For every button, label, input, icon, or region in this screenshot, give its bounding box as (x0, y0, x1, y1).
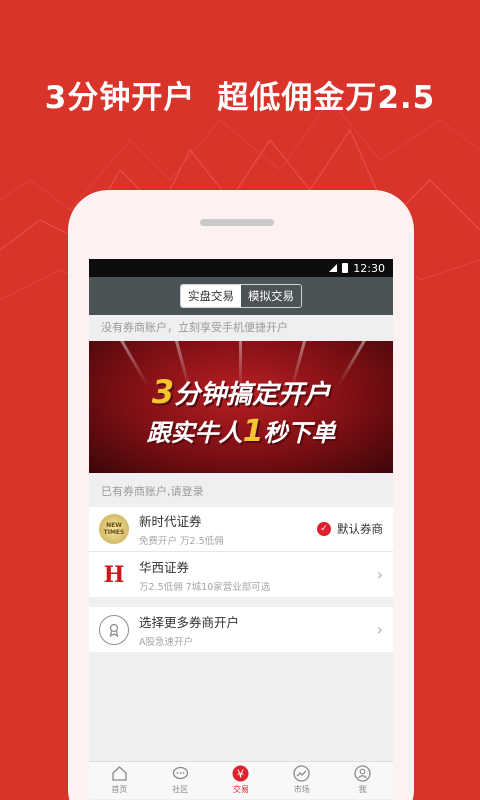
tab-label: 市场 (293, 785, 310, 794)
bottom-tab-bar: 首页 社区 ¥ 交易 市场 我 (89, 761, 393, 799)
default-broker-label: 默认券商 (337, 522, 383, 536)
tab-sim-trade[interactable]: 模拟交易 (241, 285, 301, 307)
list-gap (89, 597, 393, 607)
banner-line-2-suffix: 秒下单 (263, 419, 336, 447)
banner-line-2-prefix: 跟实牛人 (146, 419, 243, 447)
tab-label: 我 (358, 785, 367, 794)
broker-name: 华西证券 (139, 559, 190, 575)
tab-real-trade[interactable]: 实盘交易 (181, 285, 241, 307)
tab-home[interactable]: 首页 (89, 762, 150, 799)
more-brokers-name: 选择更多券商开户 (139, 614, 240, 630)
phone-frame: 12:30 实盘交易 模拟交易 没有券商账户，立刻享受手机便捷开户 3分钟搞定开… (68, 190, 414, 800)
huaxi-logo-text: H (103, 561, 125, 588)
promo-headline-open: 3分钟开户 (44, 80, 196, 116)
broker-list: NEW TIMES 新时代证券 免费开户 万2.5低佣 ✓ 默认券商 H 华西证… (89, 507, 393, 597)
tab-community[interactable]: 社区 (150, 762, 211, 799)
battery-icon (342, 263, 349, 273)
open-account-banner[interactable]: 3分钟搞定开户 跟实牛人1秒下单 (89, 341, 393, 473)
huaxi-logo: H (99, 560, 129, 590)
phone-speaker (200, 219, 274, 226)
tab-label: 首页 (111, 785, 128, 794)
broker-subtitle: 免费开户 万2.5低佣 (139, 536, 224, 547)
banner-highlight-3: 3 (151, 373, 175, 411)
tab-trade[interactable]: ¥ 交易 (211, 762, 272, 799)
no-account-hint: 没有券商账户，立刻享受手机便捷开户 (101, 321, 288, 334)
promo-headline-fee: 超低佣金万2.5 (217, 80, 436, 116)
user-icon (354, 765, 371, 782)
newtimes-logo: NEW TIMES (99, 514, 129, 544)
ribbon-badge-icon (99, 614, 129, 645)
check-icon: ✓ (317, 522, 331, 536)
svg-text:¥: ¥ (237, 768, 244, 781)
yen-icon: ¥ (232, 765, 249, 782)
tab-me[interactable]: 我 (332, 762, 393, 799)
broker-subtitle: 万2.5低佣 7城10家营业部可选 (139, 581, 271, 593)
signal-icon (329, 264, 338, 272)
chat-icon (172, 765, 189, 782)
broker-info: 新时代证券 免费开户 万2.5低佣 (139, 511, 317, 547)
banner-line-2: 跟实牛人1秒下单 (89, 413, 393, 449)
chevron-right-icon: › (376, 565, 383, 584)
tab-market[interactable]: 市场 (271, 762, 332, 799)
broker-row-huaxi[interactable]: H 华西证券 万2.5低佣 7城10家营业部可选 › (89, 552, 393, 597)
broker-row-newtimes[interactable]: NEW TIMES 新时代证券 免费开户 万2.5低佣 ✓ 默认券商 (89, 507, 393, 552)
tab-label: 交易 (232, 785, 249, 794)
promo-headline: 3分钟开户 超低佣金万2.5 (0, 72, 480, 117)
status-bar: 12:30 (89, 259, 393, 277)
banner-highlight-1: 1 (242, 414, 264, 449)
trend-icon (293, 765, 310, 782)
tab-label: 社区 (172, 785, 189, 794)
status-time: 12:30 (353, 261, 385, 275)
banner-line-1: 3分钟搞定开户 (89, 373, 393, 411)
broker-info: 华西证券 万2.5低佣 7城10家营业部可选 (139, 557, 377, 593)
more-info: 选择更多券商开户 A股急速开户 (139, 612, 377, 648)
top-bar: 实盘交易 模拟交易 (89, 277, 393, 315)
more-brokers-row[interactable]: 选择更多券商开户 A股急速开户 › (89, 607, 393, 652)
trade-mode-segment: 实盘交易 模拟交易 (180, 284, 302, 308)
phone-screen: 12:30 实盘交易 模拟交易 没有券商账户，立刻享受手机便捷开户 3分钟搞定开… (89, 259, 393, 800)
default-broker-badge: ✓ 默认券商 (317, 521, 383, 537)
broker-name: 新时代证券 (139, 514, 202, 529)
newtimes-logo-text: NEW TIMES (103, 522, 125, 536)
banner-line-1-text: 分钟搞定开户 (174, 380, 331, 410)
login-section-label: 已有券商账户,请登录 (101, 485, 204, 498)
chevron-right-icon: › (376, 620, 383, 639)
home-icon (111, 765, 128, 782)
more-brokers-list: 选择更多券商开户 A股急速开户 › (89, 607, 393, 652)
more-brokers-subtitle: A股急速开户 (139, 636, 193, 648)
